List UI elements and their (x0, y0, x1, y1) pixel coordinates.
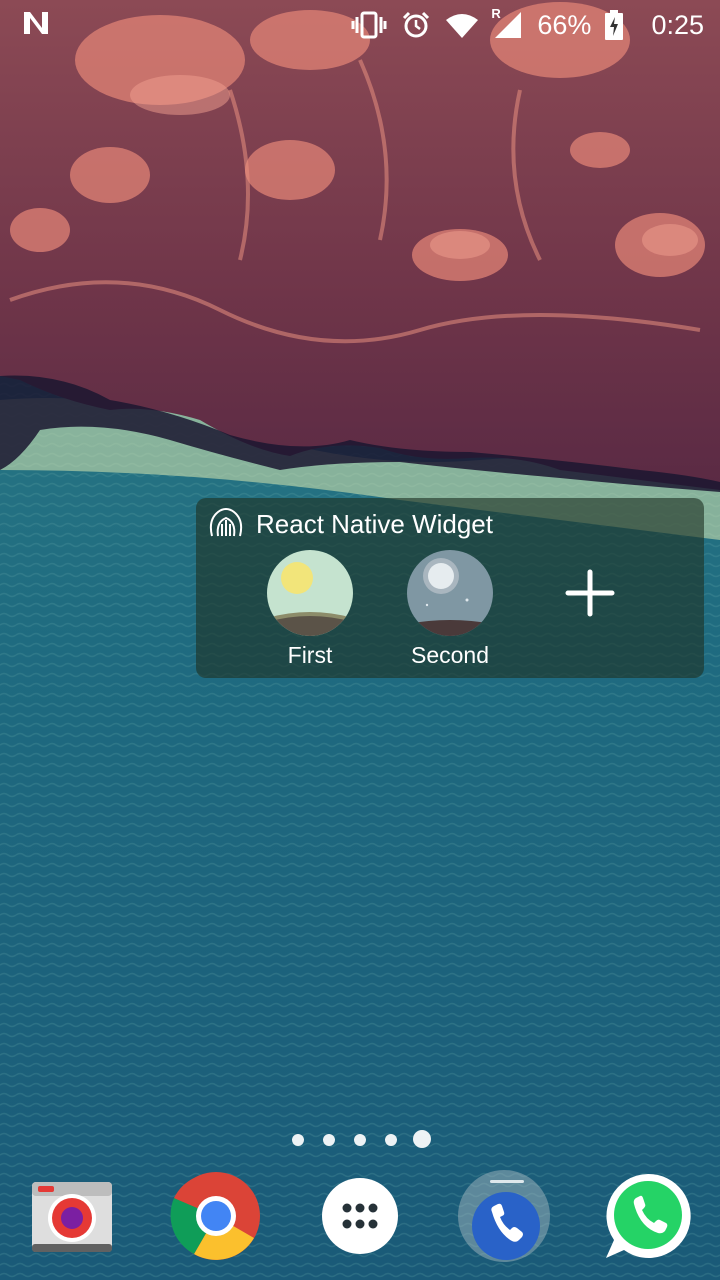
moon-landscape-icon (407, 550, 493, 636)
status-bar: R 66% 0:25 (0, 0, 720, 50)
battery-charging-icon (605, 10, 624, 40)
page-dot[interactable] (385, 1134, 397, 1146)
react-native-logo-icon (209, 508, 243, 537)
widget-title: React Native Widget (256, 508, 493, 539)
widget-header: React Native Widget (206, 506, 493, 542)
camera-icon (32, 1182, 112, 1252)
signal-roaming-icon: R (491, 6, 523, 40)
chrome-icon (170, 1172, 260, 1260)
page-dot[interactable] (292, 1134, 304, 1146)
page-dot-current[interactable] (413, 1130, 431, 1148)
dock-app-camera[interactable] (24, 1168, 120, 1264)
dock (0, 1168, 720, 1268)
app-drawer-icon (322, 1178, 398, 1254)
alarm-icon (403, 11, 430, 38)
page-dot[interactable] (354, 1134, 366, 1146)
page-indicator (0, 1128, 720, 1152)
dock-app-chrome[interactable] (168, 1168, 264, 1264)
vibrate-icon (351, 11, 387, 39)
whatsapp-icon (606, 1173, 691, 1258)
add-item-button[interactable] (558, 568, 622, 618)
widget-item-label: First (287, 642, 333, 668)
widget-item-label: Second (410, 642, 489, 668)
wifi-icon (446, 14, 479, 38)
n-icon (24, 12, 48, 34)
dock-app-whatsapp[interactable] (600, 1168, 696, 1264)
dock-app-phone[interactable] (456, 1168, 552, 1264)
react-native-widget[interactable]: React Native Widget First Second (196, 498, 704, 678)
widget-item-second[interactable]: Second (395, 550, 505, 669)
clock: 0:25 (651, 9, 704, 40)
battery-percentage: 66% (537, 9, 592, 40)
dock-app-drawer[interactable] (312, 1168, 408, 1264)
plus-icon (565, 569, 615, 617)
widget-item-first[interactable]: First (255, 550, 365, 669)
sunny-landscape-icon (267, 550, 353, 636)
page-dot[interactable] (323, 1134, 335, 1146)
phone-icon (458, 1170, 550, 1262)
